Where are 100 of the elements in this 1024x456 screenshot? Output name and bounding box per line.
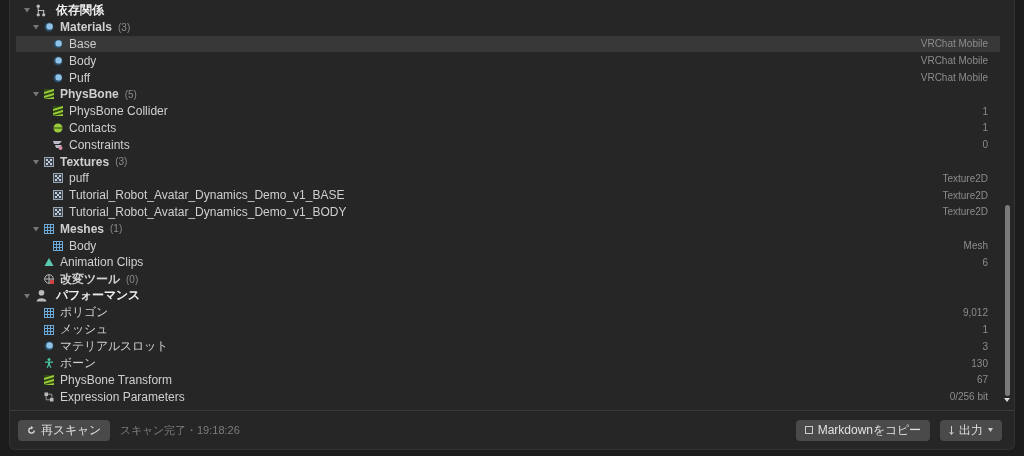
item-label: Contacts [69, 120, 117, 135]
scan-status: スキャン完了・19:18:26 [120, 422, 240, 438]
tree-row[interactable]: Meshes (1) [16, 220, 1000, 238]
grid-icon [44, 324, 54, 335]
tree-row[interactable]: メッシュ 1 [16, 321, 1000, 338]
parameter-icon [44, 391, 54, 402]
tree-row[interactable]: Puff VRChat Mobile [16, 69, 1000, 86]
item-label: 改変ツール [60, 270, 120, 288]
tree-row[interactable]: Textures (3) [16, 153, 1000, 170]
item-label: Puff [69, 70, 91, 85]
tree-row[interactable]: PhysBone (5) [16, 86, 1000, 103]
item-label: Materials [60, 20, 113, 35]
item-label: Expression Parameters [60, 389, 185, 404]
item-label: Base [69, 37, 97, 51]
item-count: (5) [124, 88, 137, 100]
caret-icon[interactable] [33, 24, 39, 31]
figure-icon [44, 358, 54, 369]
tree-row[interactable]: PhysBone Collider 1 [16, 102, 1000, 120]
texture-icon [53, 173, 63, 184]
item-label: puff [69, 171, 89, 186]
square-icon [804, 426, 813, 434]
sphere-icon [53, 39, 63, 49]
tree-row[interactable]: 依存関係 [16, 2, 1000, 19]
tree-row[interactable]: ボーン 130 [16, 354, 1000, 372]
grid-icon [53, 240, 63, 251]
tree-row[interactable]: ポリゴン 9,012 [16, 304, 1000, 322]
tree-row[interactable]: Animation Clips 6 [16, 253, 1000, 271]
tree-row[interactable]: PhysBone Transform 67 [16, 371, 1000, 389]
texture-icon [53, 190, 63, 201]
item-value: 130 [971, 357, 988, 369]
stripes-icon [44, 89, 54, 100]
item-label: Tutorial_Robot_Avatar_Dynamics_Demo_v1_BODY [69, 204, 347, 219]
item-label: ボーン [60, 354, 96, 372]
tree-row[interactable]: Expression Parameters 0/256 bit [16, 388, 1000, 406]
download-icon [949, 425, 954, 435]
item-label: PhysBone [60, 87, 119, 102]
texture-icon [53, 206, 63, 217]
ball-icon [53, 122, 63, 133]
tree-row[interactable]: Materials (3) [16, 18, 1000, 36]
tree-row[interactable]: Body VRChat Mobile [16, 52, 1000, 70]
item-value: 0 [982, 139, 988, 151]
stripes-icon [53, 106, 63, 117]
item-value: 6 [982, 256, 988, 268]
tree-row[interactable]: Base VRChat Mobile [16, 35, 1000, 53]
item-label: PhysBone Collider [69, 104, 168, 119]
item-label: Textures [60, 154, 110, 169]
caret-icon[interactable] [24, 292, 30, 299]
constraint-icon [53, 139, 63, 150]
item-value: Texture2D [942, 172, 988, 184]
tree-row[interactable]: Tutorial_Robot_Avatar_Dynamics_Demo_v1_BODY Texture2D [16, 203, 1000, 221]
item-value: Texture2D [942, 206, 988, 218]
tree-row[interactable]: Tutorial_Robot_Avatar_Dynamics_Demo_v1_BASE Texture2D [16, 186, 1000, 204]
copy-markdown-button[interactable]: Markdownをコピー [795, 419, 930, 441]
triangle-icon [44, 257, 54, 268]
item-label: Tutorial_Robot_Avatar_Dynamics_Demo_v1_BASE [69, 188, 345, 203]
person-icon [35, 289, 48, 303]
stripes-icon [44, 374, 54, 385]
item-value: 1 [982, 105, 988, 117]
item-count: (3) [115, 156, 128, 168]
item-label: ポリゴン [60, 304, 108, 322]
grid-icon [44, 223, 54, 234]
item-value: 1 [982, 324, 988, 336]
item-label: Animation Clips [60, 255, 144, 270]
item-value: 9,012 [962, 307, 988, 319]
scrollbar-thumb[interactable] [1004, 205, 1010, 396]
item-count: (1) [110, 223, 123, 235]
export-button[interactable]: 出力 [940, 419, 1002, 441]
item-count: (0) [126, 273, 139, 285]
grid-icon [44, 307, 54, 318]
item-value: 0/256 bit [949, 391, 988, 403]
item-label: マテリアルスロット [60, 337, 168, 355]
sphere-icon [53, 72, 63, 83]
hierarchy-icon [35, 3, 48, 17]
item-label: メッシュ [60, 321, 108, 339]
caret-icon[interactable] [24, 7, 30, 14]
refresh-icon [27, 425, 36, 435]
caret-icon[interactable] [33, 158, 39, 165]
tree-row[interactable]: Contacts 1 [16, 119, 1000, 137]
globe-icon [44, 274, 54, 285]
sphere-icon [53, 55, 63, 66]
rescan-button[interactable]: 再スキャン [18, 419, 110, 441]
item-label: Constraints [69, 137, 130, 152]
tree-row[interactable]: Constraints 0 [16, 136, 1000, 154]
item-label: Meshes [60, 221, 105, 236]
tree-row[interactable]: 改変ツール (0) [16, 270, 1000, 288]
scroll-down-icon[interactable] [1004, 398, 1010, 402]
caret-icon[interactable] [33, 91, 39, 98]
item-count: (3) [118, 21, 131, 33]
section-title: 依存関係 [56, 1, 104, 19]
tree-row[interactable]: マテリアルスロット 3 [16, 337, 1000, 355]
tree-row[interactable]: Body Mesh [16, 237, 1000, 254]
caret-icon[interactable] [33, 225, 39, 232]
item-value: Texture2D [942, 189, 988, 201]
item-value: VRChat Mobile [920, 55, 988, 67]
tree-row[interactable]: パフォーマンス [16, 287, 1000, 305]
sphere-icon [44, 341, 54, 352]
item-value: Mesh [963, 240, 988, 252]
item-label: Body [69, 238, 97, 253]
tree-row[interactable]: puff Texture2D [16, 169, 1000, 187]
texture-icon [44, 156, 54, 167]
